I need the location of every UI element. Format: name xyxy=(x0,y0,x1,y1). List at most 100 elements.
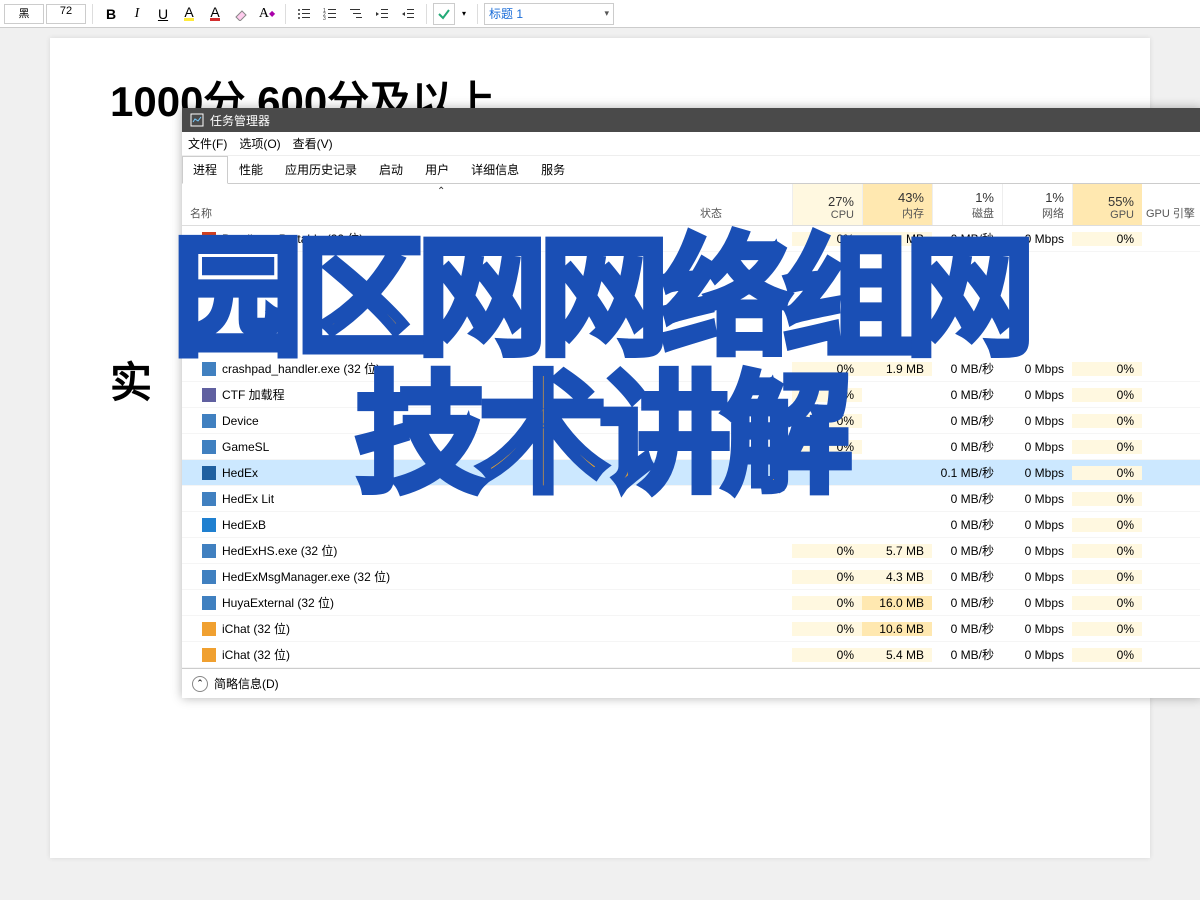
col-status[interactable]: 状态 xyxy=(692,184,792,225)
cell-gpu: 0% xyxy=(1072,492,1142,506)
cell-disk: 0 MB/秒 xyxy=(932,386,1002,403)
process-icon xyxy=(202,544,216,558)
process-icon xyxy=(202,362,216,376)
decrease-indent-icon[interactable] xyxy=(370,2,394,26)
process-row[interactable]: Device0%0 MB/秒0 Mbps0% xyxy=(182,408,1200,434)
title-bar[interactable]: 任务管理器 xyxy=(182,108,1200,132)
process-icon xyxy=(202,622,216,636)
cell-net: 0 Mbps xyxy=(1002,232,1072,246)
task-manager-icon xyxy=(190,113,204,127)
increase-indent-icon[interactable] xyxy=(396,2,420,26)
cell-net: 0 Mbps xyxy=(1002,648,1072,662)
cell-disk: 0 MB/秒 xyxy=(932,594,1002,611)
cell-mem: 4.3 MB xyxy=(862,570,932,584)
menu-view[interactable]: 查看(V) xyxy=(293,135,333,152)
bold-button[interactable]: B xyxy=(99,2,123,26)
menu-bar: 文件(F) 选项(O) 查看(V) xyxy=(182,132,1200,156)
menu-options[interactable]: 选项(O) xyxy=(239,135,280,152)
process-row[interactable]: crashpad_handler.exe (32 位)0%1.9 MB0 MB/… xyxy=(182,356,1200,382)
tab-4[interactable]: 用户 xyxy=(414,156,460,183)
process-row[interactable]: iChat (32 位)0%5.4 MB0 MB/秒0 Mbps0% xyxy=(182,642,1200,668)
col-name[interactable]: ⌃ 名称 xyxy=(182,184,692,225)
process-name: HuyaExternal (32 位) xyxy=(222,594,334,611)
tab-0[interactable]: 进程 xyxy=(182,156,228,184)
process-row[interactable]: CTF 加载程0%0 MB/秒0 Mbps0% xyxy=(182,382,1200,408)
task-manager-window: 任务管理器 文件(F) 选项(O) 查看(V) 进程性能应用历史记录启动用户详细… xyxy=(182,108,1200,698)
process-name: HedExB xyxy=(222,518,266,532)
cell-disk: 0 MB/秒 xyxy=(932,620,1002,637)
col-gpu-engine[interactable]: GPU 引擎 xyxy=(1142,184,1200,225)
clear-format-button[interactable]: A◆ xyxy=(255,2,279,26)
cell-disk: 0 MB/秒 xyxy=(932,542,1002,559)
process-name: HedEx xyxy=(222,466,258,480)
cell-cpu: 0% xyxy=(792,388,862,402)
highlight-button[interactable]: A xyxy=(177,2,201,26)
cell-cpu: 0% xyxy=(792,414,862,428)
process-row[interactable]: Bandicam Portable (32 位)0%MB0 MB/秒0 Mbps… xyxy=(182,226,1200,252)
process-row[interactable]: HedEx0.1 MB/秒0 Mbps0% xyxy=(182,460,1200,486)
checkbox-toggle[interactable] xyxy=(433,3,455,25)
cell-net: 0 Mbps xyxy=(1002,596,1072,610)
underline-button[interactable]: U xyxy=(151,2,175,26)
column-headers: ⌃ 名称 状态 27%CPU43%内存1%磁盘1%网络55%GPU GPU 引擎 xyxy=(182,184,1200,226)
cell-disk: 0 MB/秒 xyxy=(932,568,1002,585)
cell-gpu: 0% xyxy=(1072,466,1142,480)
eraser-icon[interactable] xyxy=(229,2,253,26)
process-name: GameSL xyxy=(222,440,269,454)
fewer-details-link[interactable]: 简略信息(D) xyxy=(214,675,279,692)
process-icon xyxy=(202,596,216,610)
tab-2[interactable]: 应用历史记录 xyxy=(274,156,368,183)
process-icon xyxy=(202,388,216,402)
cell-net: 0 Mbps xyxy=(1002,622,1072,636)
process-row[interactable]: HedExB0 MB/秒0 Mbps0% xyxy=(182,512,1200,538)
process-row[interactable]: HuyaExternal (32 位)0%16.0 MB0 MB/秒0 Mbps… xyxy=(182,590,1200,616)
font-name-field[interactable]: 黑 xyxy=(4,4,44,24)
cell-gpu: 0% xyxy=(1072,518,1142,532)
cell-disk: 0 MB/秒 xyxy=(932,360,1002,377)
cell-gpu: 0% xyxy=(1072,362,1142,376)
collapse-icon[interactable]: ⌃ xyxy=(192,676,208,692)
process-row[interactable]: HedEx Lit0 MB/秒0 Mbps0% xyxy=(182,486,1200,512)
multilevel-list-icon[interactable] xyxy=(344,2,368,26)
cell-cpu: 0% xyxy=(792,544,862,558)
tab-5[interactable]: 详细信息 xyxy=(460,156,530,183)
process-icon xyxy=(202,648,216,662)
bullets-icon[interactable] xyxy=(292,2,316,26)
process-row[interactable]: iChat (32 位)0%10.6 MB0 MB/秒0 Mbps0% xyxy=(182,616,1200,642)
process-row[interactable]: HedExMsgManager.exe (32 位)0%4.3 MB0 MB/秒… xyxy=(182,564,1200,590)
tab-6[interactable]: 服务 xyxy=(530,156,576,183)
font-color-button[interactable]: A xyxy=(203,2,227,26)
process-icon xyxy=(202,414,216,428)
cell-disk: 0 MB/秒 xyxy=(932,230,1002,247)
col-磁盘[interactable]: 1%磁盘 xyxy=(932,184,1002,225)
cell-disk: 0 MB/秒 xyxy=(932,516,1002,533)
cell-cpu: 0% xyxy=(792,440,862,454)
cell-cpu: 0% xyxy=(792,570,862,584)
cell-gpu: 0% xyxy=(1072,570,1142,584)
col-CPU[interactable]: 27%CPU xyxy=(792,184,862,225)
font-size-field[interactable]: 72 xyxy=(46,4,86,24)
cell-net: 0 Mbps xyxy=(1002,544,1072,558)
cell-gpu: 0% xyxy=(1072,232,1142,246)
cell-gpu: 0% xyxy=(1072,414,1142,428)
cell-gpu: 0% xyxy=(1072,388,1142,402)
tab-1[interactable]: 性能 xyxy=(228,156,274,183)
italic-button[interactable]: I xyxy=(125,2,149,26)
process-list: Bandicam Portable (32 位)0%MB0 MB/秒0 Mbps… xyxy=(182,226,1200,668)
tab-3[interactable]: 启动 xyxy=(368,156,414,183)
numbering-icon[interactable]: 123 xyxy=(318,2,342,26)
window-title: 任务管理器 xyxy=(210,112,270,129)
col-网络[interactable]: 1%网络 xyxy=(1002,184,1072,225)
cell-mem: 10.6 MB xyxy=(862,622,932,636)
cell-net: 0 Mbps xyxy=(1002,570,1072,584)
style-dropdown[interactable]: 标题 1 ▾ xyxy=(484,3,614,25)
process-row[interactable]: HedExHS.exe (32 位)0%5.7 MB0 MB/秒0 Mbps0% xyxy=(182,538,1200,564)
menu-file[interactable]: 文件(F) xyxy=(188,135,227,152)
cell-disk: 0 MB/秒 xyxy=(932,438,1002,455)
cell-gpu: 0% xyxy=(1072,622,1142,636)
col-内存[interactable]: 43%内存 xyxy=(862,184,932,225)
process-row[interactable]: GameSL0%0 MB/秒0 Mbps0% xyxy=(182,434,1200,460)
col-GPU[interactable]: 55%GPU xyxy=(1072,184,1142,225)
checkbox-dropdown-icon[interactable]: ▾ xyxy=(457,2,471,26)
cell-cpu: 0% xyxy=(792,232,862,246)
